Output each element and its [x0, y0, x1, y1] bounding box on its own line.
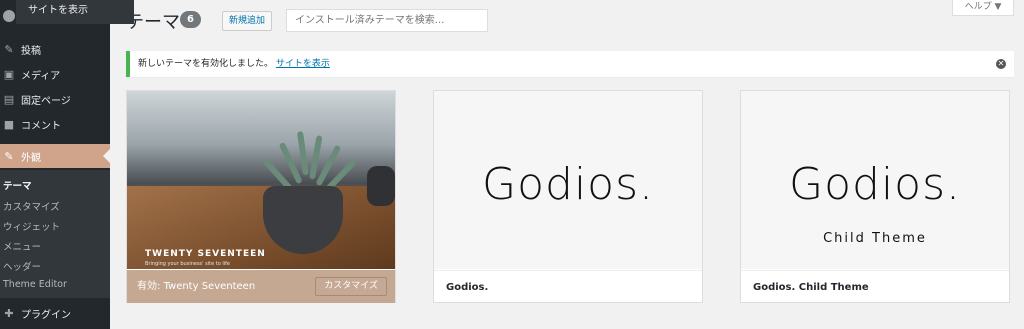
theme-screenshot[interactable]: Godios. Child Theme — [741, 91, 1009, 269]
menu-media-label: メディア — [21, 70, 61, 82]
submenu-theme-editor[interactable]: Theme Editor — [3, 279, 67, 290]
current-arrow — [103, 149, 110, 163]
page-title: テーマ — [126, 12, 180, 33]
menu-posts-label: 投稿 — [21, 45, 41, 57]
submenu-widgets[interactable]: ウィジェット — [3, 219, 60, 233]
dashboard-icon[interactable] — [3, 10, 15, 22]
theme-search-input[interactable] — [286, 9, 488, 32]
submenu-header[interactable]: ヘッダー — [3, 259, 41, 273]
theme-card-godios-child[interactable]: Godios. Child Theme Godios. Child Theme — [740, 90, 1010, 303]
add-new-button[interactable]: 新規追加 — [222, 11, 273, 31]
media-icon: ▣ — [3, 67, 15, 81]
menu-plugins-label: プラグイン — [21, 309, 71, 321]
menu-pages-label: 固定ページ — [21, 95, 71, 107]
help-tab[interactable]: ヘルプ ▼ — [952, 0, 1014, 16]
menu-appearance-label: 外観 — [21, 152, 41, 164]
view-site-link[interactable]: サイトを表示 — [276, 59, 330, 69]
theme-name: Godios. Child Theme — [741, 270, 1009, 303]
admin-sidebar: ✎ 投稿 ▣ メディア ▤ 固定ページ ■ コメント ✎ 外観 テーマ カスタマ… — [0, 0, 110, 329]
comment-icon: ■ — [3, 117, 15, 131]
menu-media[interactable]: ▣ メディア — [0, 62, 110, 86]
view-site-tooltip[interactable]: サイトを表示 — [16, 0, 134, 24]
menu-comments-label: コメント — [21, 120, 61, 132]
theme-name: Godios. — [434, 270, 702, 303]
screenshot-subtitle: Bringing your business' site to life — [145, 261, 230, 267]
theme-card-godios[interactable]: Godios. Godios. — [433, 90, 703, 303]
godios-logo: Godios. — [789, 159, 961, 210]
submenu-customize[interactable]: カスタマイズ — [3, 199, 60, 213]
theme-count-badge: 6 — [180, 11, 201, 28]
pin-icon: ✎ — [4, 42, 14, 56]
menu-plugins[interactable]: ✚ プラグイン — [0, 301, 110, 325]
theme-card-twenty-seventeen[interactable]: TWENTY SEVENTEEN Bringing your business'… — [126, 90, 396, 303]
photo-plant-secondary — [367, 166, 395, 206]
active-label: 有効: — [137, 281, 161, 292]
dismiss-icon[interactable]: ✕ — [996, 59, 1006, 69]
theme-screenshot[interactable]: TWENTY SEVENTEEN Bringing your business'… — [127, 91, 395, 269]
menu-posts[interactable]: ✎ 投稿 — [0, 37, 110, 61]
godios-logo: Godios. — [482, 159, 654, 210]
success-notice: 新しいテーマを有効化しました。 サイトを表示 ✕ — [126, 51, 1014, 77]
customize-button[interactable]: カスタマイズ — [315, 277, 387, 296]
submenu-menus[interactable]: メニュー — [3, 239, 41, 253]
menu-pages[interactable]: ▤ 固定ページ — [0, 87, 110, 111]
notice-text: 新しいテーマを有効化しました。 — [138, 59, 274, 69]
brush-icon: ✎ — [4, 149, 14, 163]
menu-comments[interactable]: ■ コメント — [0, 112, 110, 136]
theme-name: Twenty Seventeen — [163, 281, 256, 292]
active-theme-bar: 有効: Twenty Seventeen カスタマイズ — [127, 270, 395, 303]
screenshot-title: TWENTY SEVENTEEN — [145, 249, 266, 259]
appearance-submenu: テーマ カスタマイズ ウィジェット メニュー ヘッダー Theme Editor — [0, 170, 110, 298]
plugin-icon: ✚ — [4, 306, 14, 320]
menu-appearance[interactable]: ✎ 外観 — [0, 144, 110, 168]
theme-screenshot[interactable]: Godios. — [434, 91, 702, 269]
submenu-themes[interactable]: テーマ — [3, 178, 32, 192]
child-theme-label: Child Theme — [823, 231, 927, 246]
page-icon: ▤ — [3, 92, 15, 106]
